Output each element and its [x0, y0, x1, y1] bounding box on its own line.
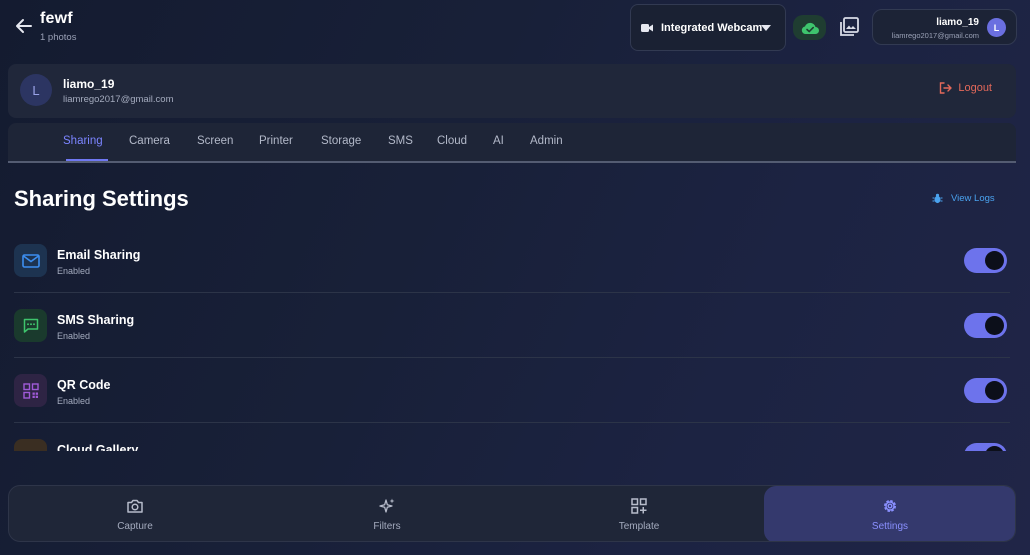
gear-icon: [884, 500, 896, 512]
logout-label: Logout: [958, 82, 992, 94]
setting-title: QR Code: [57, 378, 111, 392]
back-button[interactable]: [14, 16, 34, 36]
sharing-settings-list[interactable]: Email Sharing Enabled SMS Sharing Enable…: [0, 228, 1030, 451]
bottom-navigation: Capture Filters Template Settings: [8, 485, 1016, 542]
sparkles-icon: [379, 498, 395, 513]
nav-filters-label: Filters: [373, 521, 401, 532]
toggle-knob: [985, 446, 1004, 451]
album-title: fewf: [40, 10, 73, 27]
tab-printer[interactable]: Printer: [259, 135, 293, 147]
nav-settings[interactable]: Settings: [764, 486, 1015, 541]
nav-capture[interactable]: Capture: [9, 486, 261, 541]
logout-icon: [940, 82, 953, 94]
setting-status: Enabled: [57, 266, 91, 276]
setting-title: Email Sharing: [57, 248, 141, 262]
settings-tabs: Sharing Camera Screen Printer Storage SM…: [8, 123, 1016, 161]
setting-title: Cloud Gallery: [57, 443, 139, 451]
camera-select-label: Integrated Webcam: [661, 21, 763, 34]
tab-camera[interactable]: Camera: [129, 135, 170, 147]
setting-status: Enabled: [57, 331, 91, 341]
chevron-down-icon: [761, 25, 771, 31]
nav-template[interactable]: Template: [513, 486, 765, 541]
camera-icon: [127, 499, 143, 513]
tab-storage[interactable]: Storage: [321, 135, 361, 147]
view-logs-button[interactable]: View Logs: [932, 193, 995, 204]
qr-code-icon: [14, 374, 47, 407]
nav-capture-label: Capture: [117, 521, 153, 532]
nav-filters[interactable]: Filters: [261, 486, 513, 541]
tab-cloud[interactable]: Cloud: [437, 135, 467, 147]
cloud-icon: [14, 439, 47, 451]
account-email: liamrego2017@gmail.com: [63, 94, 174, 105]
view-logs-label: View Logs: [951, 193, 995, 204]
toggle-knob: [985, 381, 1004, 400]
logout-button[interactable]: Logout: [939, 82, 992, 94]
setting-row-sms-sharing: SMS Sharing Enabled: [14, 293, 1010, 358]
user-menu[interactable]: liamo_19 liamrego2017@gmail.com L: [872, 9, 1017, 45]
tab-screen[interactable]: Screen: [197, 135, 233, 147]
account-card: L liamo_19 liamrego2017@gmail.com Logout: [8, 64, 1016, 118]
qr-code-toggle[interactable]: [964, 378, 1007, 403]
tabs-divider: [8, 161, 1016, 163]
toggle-knob: [985, 251, 1004, 270]
setting-row-cloud-gallery: Cloud Gallery: [14, 423, 1010, 451]
email-sharing-toggle[interactable]: [964, 248, 1007, 273]
avatar: L: [987, 18, 1006, 37]
arrow-left-icon: [16, 19, 32, 33]
nav-settings-label: Settings: [871, 521, 909, 532]
grid-plus-icon: [631, 498, 647, 514]
setting-status: Enabled: [57, 396, 91, 406]
mail-icon: [14, 244, 47, 277]
message-icon: [14, 309, 47, 342]
setting-row-qr-code: QR Code Enabled: [14, 358, 1010, 423]
page-title: Sharing Settings: [14, 186, 189, 211]
cloud-check-icon: [801, 22, 819, 34]
gallery-button[interactable]: [838, 16, 860, 38]
cloud-gallery-toggle[interactable]: [964, 443, 1007, 451]
tab-ai[interactable]: AI: [493, 135, 504, 147]
nav-template-label: Template: [618, 521, 660, 532]
bug-icon: [932, 193, 943, 204]
top-bar: fewf 1 photos Integrated Webcam liamo_19…: [0, 0, 1030, 56]
video-camera-icon: [641, 23, 653, 32]
user-menu-name: liamo_19: [936, 17, 979, 28]
setting-title: SMS Sharing: [57, 313, 135, 327]
photo-library-icon: [840, 17, 859, 36]
cloud-sync-button[interactable]: [793, 15, 826, 40]
album-info: fewf 1 photos: [40, 10, 76, 43]
tab-sms[interactable]: SMS: [388, 135, 413, 147]
user-menu-email: liamrego2017@gmail.com: [891, 31, 979, 40]
account-avatar: L: [20, 74, 52, 106]
setting-row-email-sharing: Email Sharing Enabled: [14, 228, 1010, 293]
album-photo-count: 1 photos: [40, 32, 77, 43]
account-name: liamo_19: [63, 77, 115, 91]
tab-sharing[interactable]: Sharing: [63, 135, 103, 147]
toggle-knob: [985, 316, 1004, 335]
sms-sharing-toggle[interactable]: [964, 313, 1007, 338]
camera-select[interactable]: Integrated Webcam: [630, 4, 786, 51]
tab-admin[interactable]: Admin: [530, 135, 563, 147]
